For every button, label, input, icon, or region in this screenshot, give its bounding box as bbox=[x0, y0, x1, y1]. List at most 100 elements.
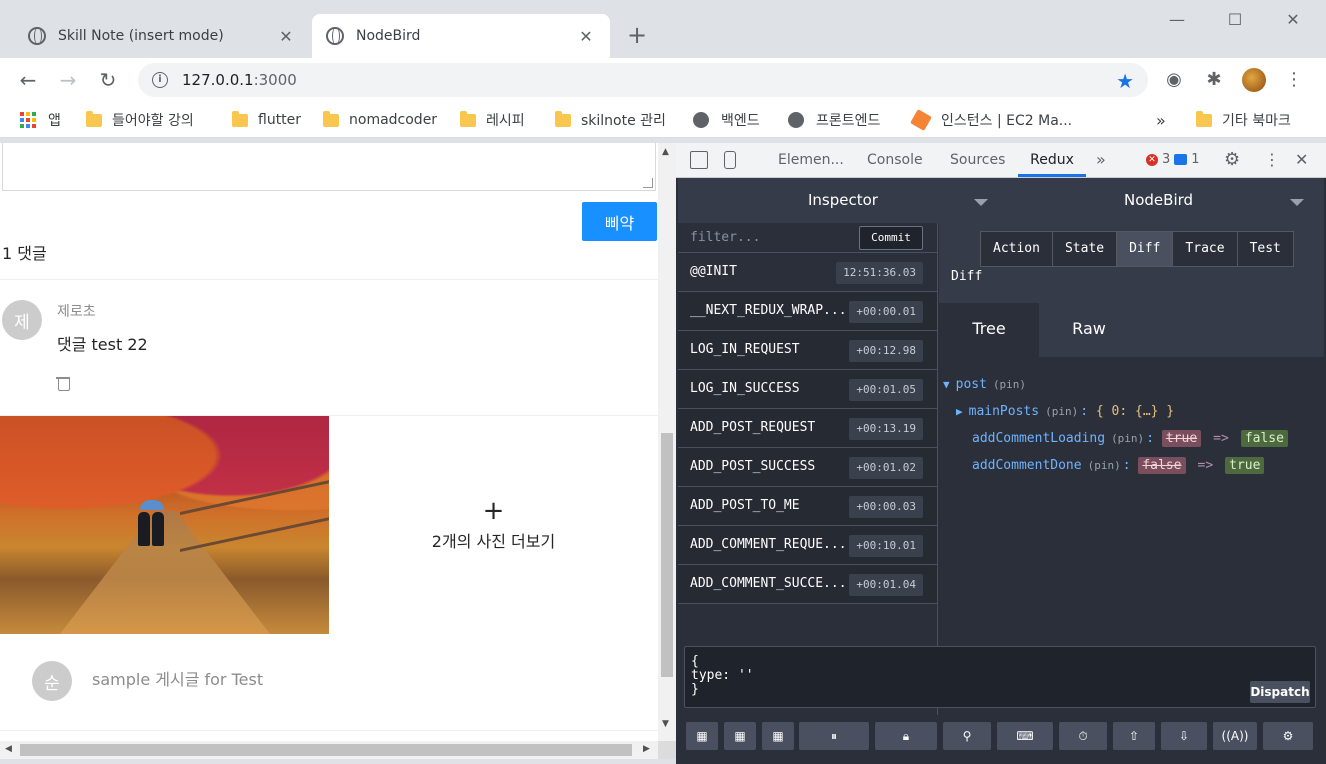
tweet-button[interactable]: 삐약 bbox=[582, 202, 657, 241]
site-info-icon[interactable]: i bbox=[152, 72, 168, 88]
action-row[interactable]: __NEXT_REDUX_WRAP... +00:00.01 bbox=[678, 292, 937, 331]
scroll-up-arrow-icon[interactable]: ▲ bbox=[662, 147, 669, 157]
action-row[interactable]: LOG_IN_SUCCESS +00:01.05 bbox=[678, 370, 937, 409]
action-row[interactable]: @@INIT 12:51:36.03 bbox=[678, 253, 937, 292]
tab-nodebird[interactable]: NodeBird ✕ bbox=[312, 14, 610, 58]
delete-trash-icon[interactable] bbox=[56, 375, 70, 391]
tree-node-mainposts[interactable]: ▶ mainPosts (pin): { 0: {…} } bbox=[939, 398, 1324, 425]
device-toolbar-icon[interactable] bbox=[724, 151, 736, 169]
inspector-layout-icon[interactable]: ▦ bbox=[686, 722, 718, 750]
chevron-down-icon[interactable] bbox=[974, 199, 988, 206]
pin-link[interactable]: (pin) bbox=[993, 378, 1026, 391]
bookmark-folder[interactable]: flutter bbox=[232, 108, 301, 132]
scroll-down-arrow-icon[interactable]: ▼ bbox=[662, 719, 669, 729]
tab-console[interactable]: Console bbox=[867, 143, 923, 177]
scrollbar-thumb[interactable] bbox=[661, 433, 673, 677]
page-vertical-scrollbar[interactable]: ▲ ▼ bbox=[658, 143, 676, 741]
action-row[interactable]: ADD_POST_SUCCESS +00:01.02 bbox=[678, 448, 937, 487]
post-textarea[interactable] bbox=[2, 143, 656, 191]
extensions-puzzle-icon[interactable]: ✱ bbox=[1202, 68, 1226, 92]
close-tab-icon[interactable]: ✕ bbox=[276, 27, 296, 46]
bookmark-folder[interactable]: 레시피 bbox=[460, 108, 525, 132]
settings-gear-icon[interactable]: ⚙ bbox=[1224, 143, 1240, 177]
bookmark-apps[interactable]: 앱 bbox=[20, 108, 61, 132]
page-horizontal-scrollbar[interactable]: ◀ ▶ bbox=[0, 741, 658, 759]
tab-skill-note[interactable]: Skill Note (insert mode) ✕ bbox=[14, 14, 310, 58]
maximize-icon[interactable]: ☐ bbox=[1220, 10, 1250, 29]
keyboard-icon[interactable]: ⌨ bbox=[997, 722, 1053, 750]
bookmark-star-icon[interactable]: ★ bbox=[1116, 69, 1134, 93]
bookmark-link[interactable]: 인스턴스 | EC2 Ma... bbox=[910, 108, 1072, 132]
monitor-select[interactable]: Inspector bbox=[808, 178, 878, 223]
devtools-menu-icon[interactable]: ⋮ bbox=[1264, 143, 1280, 177]
minimize-icon[interactable]: — bbox=[1162, 10, 1192, 29]
action-row[interactable]: ADD_POST_TO_ME +00:00.03 bbox=[678, 487, 937, 526]
timer-icon[interactable]: ⏱ bbox=[1059, 722, 1107, 750]
chevron-down-icon[interactable] bbox=[1290, 199, 1304, 206]
pin-link[interactable]: (pin) bbox=[1111, 432, 1144, 445]
bookmark-folder[interactable]: 들어야할 강의 bbox=[86, 108, 194, 132]
settings-gear-icon[interactable]: ⚙ bbox=[1263, 722, 1313, 750]
address-bar[interactable]: i 127.0.0.1:3000 ★ bbox=[138, 63, 1148, 97]
audio-extension-icon[interactable]: ◉ bbox=[1162, 68, 1186, 92]
scroll-right-arrow-icon[interactable]: ▶ bbox=[643, 744, 650, 754]
tab-raw[interactable]: Raw bbox=[1039, 303, 1139, 357]
filter-row: filter... Commit bbox=[678, 223, 937, 253]
browser-menu-icon[interactable]: ⋮ bbox=[1282, 68, 1306, 92]
pause-recording-icon[interactable]: ⏸ bbox=[799, 722, 869, 750]
tab-elements[interactable]: Elemen... bbox=[778, 143, 844, 177]
bookmark-folder[interactable]: skilnote 관리 bbox=[555, 108, 666, 132]
close-tab-icon[interactable]: ✕ bbox=[576, 27, 596, 46]
bookmark-link[interactable]: 백엔드 bbox=[693, 108, 760, 132]
bookmark-folder[interactable]: nomadcoder bbox=[323, 108, 437, 132]
filter-input[interactable]: filter... bbox=[690, 230, 760, 245]
dispatch-button[interactable]: Dispatch bbox=[1250, 681, 1310, 703]
scroll-left-arrow-icon[interactable]: ◀ bbox=[5, 744, 12, 754]
reload-icon[interactable]: ↻ bbox=[94, 66, 122, 94]
post-image[interactable] bbox=[0, 416, 329, 634]
bookmarks-overflow-button[interactable]: » bbox=[1156, 108, 1166, 132]
tab-diff[interactable]: Diff bbox=[1117, 232, 1174, 266]
tree-node-post[interactable]: ▼ post (pin) bbox=[939, 371, 1324, 398]
download-icon[interactable]: ⇩ bbox=[1161, 722, 1207, 750]
pin-link[interactable]: (pin) bbox=[1088, 459, 1121, 472]
more-tabs-button[interactable]: » bbox=[1096, 143, 1106, 177]
other-bookmarks[interactable]: 기타 북마크 bbox=[1196, 108, 1291, 132]
action-row[interactable]: ADD_COMMENT_REQUE... +00:10.01 bbox=[678, 526, 937, 565]
action-row[interactable]: ADD_COMMENT_SUCCE... +00:01.04 bbox=[678, 565, 937, 604]
collapsed-triangle-icon[interactable]: ▶ bbox=[956, 405, 963, 418]
pin-link[interactable]: (pin) bbox=[1045, 405, 1078, 418]
remote-antenna-icon[interactable]: ((A)) bbox=[1213, 722, 1257, 750]
tab-test[interactable]: Test bbox=[1237, 232, 1293, 266]
log-monitor-icon[interactable]: ▦ bbox=[724, 722, 756, 750]
lock-icon[interactable]: 🔒︎ bbox=[875, 722, 937, 750]
dispatch-editor[interactable]: { type: '' } bbox=[684, 646, 1316, 708]
tab-sources[interactable]: Sources bbox=[950, 143, 1005, 177]
tab-action[interactable]: Action bbox=[981, 232, 1053, 266]
upload-icon[interactable]: ⇧ bbox=[1113, 722, 1155, 750]
scrollbar-thumb[interactable] bbox=[20, 744, 632, 756]
profile-avatar-icon[interactable] bbox=[1242, 68, 1266, 92]
bookmark-link[interactable]: 프론트엔드 bbox=[788, 108, 880, 132]
tab-tree[interactable]: Tree bbox=[939, 303, 1039, 357]
expanded-triangle-icon[interactable]: ▼ bbox=[943, 378, 950, 391]
tab-state[interactable]: State bbox=[1052, 232, 1118, 266]
new-tab-button[interactable]: + bbox=[622, 22, 652, 48]
action-row[interactable]: LOG_IN_REQUEST +00:12.98 bbox=[678, 331, 937, 370]
tab-redux[interactable]: Redux bbox=[1018, 143, 1086, 177]
commit-button[interactable]: Commit bbox=[859, 226, 923, 250]
close-devtools-icon[interactable]: ✕ bbox=[1295, 143, 1308, 177]
tab-trace[interactable]: Trace bbox=[1173, 232, 1238, 266]
close-window-icon[interactable]: ✕ bbox=[1278, 10, 1308, 29]
back-arrow-icon[interactable]: ← bbox=[14, 66, 42, 94]
forward-arrow-icon[interactable]: → bbox=[54, 66, 82, 94]
resize-grip-icon[interactable] bbox=[643, 178, 653, 188]
inspect-element-icon[interactable] bbox=[690, 151, 708, 169]
action-row[interactable]: ADD_POST_REQUEST +00:13.19 bbox=[678, 409, 937, 448]
bookmark-label: 들어야할 강의 bbox=[112, 113, 194, 129]
pin-icon[interactable]: ⚲ bbox=[943, 722, 991, 750]
more-photos-button[interactable]: + 2개의 사진 더보기 bbox=[329, 416, 658, 634]
instance-select[interactable]: NodeBird bbox=[1124, 178, 1193, 223]
issues-badge[interactable]: ✕ 3 1 bbox=[1146, 152, 1200, 167]
chart-monitor-icon[interactable]: ▦ bbox=[762, 722, 794, 750]
